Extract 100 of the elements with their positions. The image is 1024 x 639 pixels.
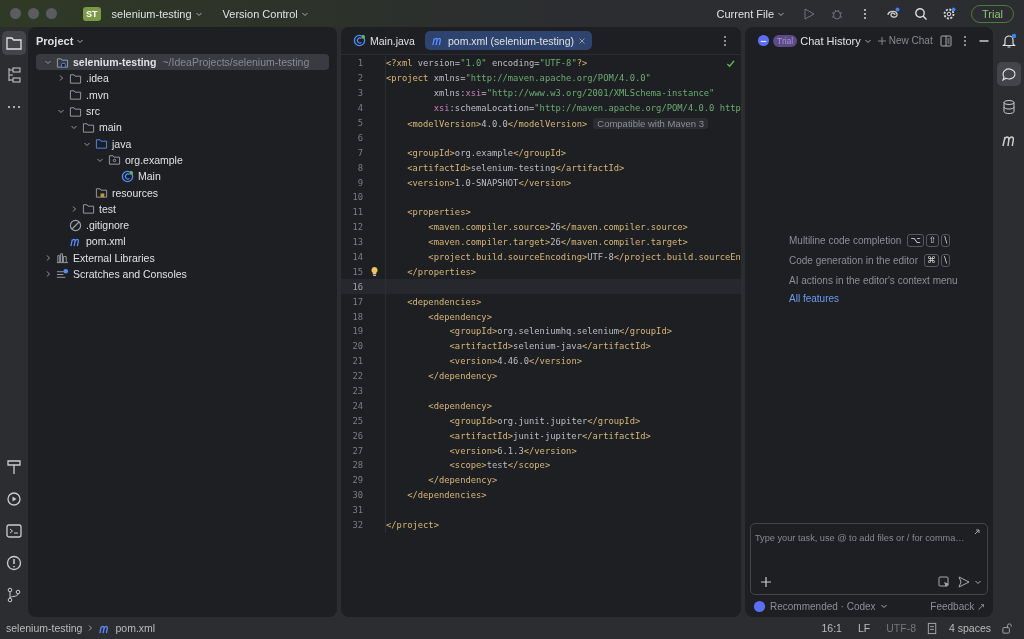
unlock-icon[interactable] — [1001, 621, 1014, 635]
file-tab[interactable]: pom.xml (selenium-testing) — [424, 31, 592, 50]
line-number: 1 — [356, 58, 363, 69]
tree-item[interactable]: main — [36, 119, 329, 136]
folder-icon[interactable] — [2, 31, 26, 55]
code-line: <?xml version="1.0" encoding="UTF-8"?> — [386, 58, 588, 69]
tree-item[interactable]: src — [36, 102, 329, 120]
code-line: <artifactId>selenium-java</artifactId> — [448, 341, 651, 352]
document-icon — [925, 621, 939, 635]
close-icon[interactable] — [578, 36, 586, 45]
code-line: <version>1.0-SNAPSHOT</version> — [406, 177, 572, 188]
plus-icon[interactable] — [759, 575, 773, 589]
line-number: 15 — [351, 266, 363, 277]
code-line: </project> — [386, 520, 439, 531]
tree-item[interactable]: selenium-testing ~/IdeaProjects/selenium-testing — [36, 54, 329, 71]
check-icon — [726, 58, 735, 68]
swirl-icon[interactable] — [886, 6, 900, 21]
key-cap: ⌥ — [907, 233, 924, 247]
collapsed-chevron-icon[interactable] — [70, 204, 78, 213]
caret-position[interactable]: 16:1 — [821, 622, 842, 634]
tree-item[interactable]: Scratches and Consoles — [36, 265, 329, 283]
search-icon[interactable] — [914, 6, 928, 21]
line-number: 31 — [351, 505, 363, 516]
tree-item[interactable]: test — [36, 200, 329, 217]
line-number: 2 — [356, 73, 363, 84]
folder-icon — [82, 202, 95, 216]
breadcrumb[interactable]: selenium-testing — [6, 622, 83, 634]
breadcrumb[interactable]: pom.xml — [115, 622, 156, 634]
code-line: <project xmlns="http://maven.apache.org/POM/4.0.0" — [386, 73, 651, 84]
chat-history-menu[interactable]: Chat History — [800, 34, 872, 47]
package-icon — [108, 153, 121, 167]
code-line: <version>4.46.0</version> — [448, 356, 582, 367]
scratches-icon — [56, 267, 69, 281]
model-menu[interactable]: Recommended · Codex — [753, 599, 888, 613]
send-icon[interactable] — [957, 575, 971, 589]
line-number: 9 — [356, 177, 363, 188]
lightbulb-icon[interactable] — [369, 266, 379, 278]
settings-icon[interactable] — [942, 6, 956, 21]
vcs-menu[interactable]: Version Control — [216, 5, 315, 22]
line-number: 16 — [351, 281, 363, 292]
code-line: </dependency> — [427, 475, 498, 486]
tree-item[interactable]: External Libraries — [36, 249, 329, 266]
line-number: 12 — [351, 222, 363, 233]
code-line: <groupId>org.junit.jupiter</groupId> — [448, 415, 641, 426]
code-line: <dependencies> — [406, 296, 482, 307]
trial-badge: Trial — [773, 34, 798, 47]
line-number: 28 — [351, 460, 363, 471]
run-config-menu[interactable]: Current File — [710, 5, 791, 22]
line-number: 14 — [351, 252, 363, 262]
indent-setting[interactable]: 4 spaces — [948, 622, 991, 634]
tip-text: Code generation in the editor — [789, 254, 918, 266]
code-line: <artifactId>selenium-testing</artifactId> — [406, 162, 625, 173]
tree-item[interactable]: .idea — [36, 70, 329, 87]
class-icon — [121, 169, 134, 183]
line-number: 6 — [356, 132, 363, 143]
line-number: 17 — [351, 296, 363, 307]
inlay-hint: Compatible with Maven 3 — [593, 117, 708, 129]
chat-icon[interactable] — [997, 62, 1021, 86]
folder-icon — [69, 88, 82, 102]
code-line: xmlns:xsi="http://www.w3.org/2001/XMLSchema-instance" — [432, 88, 715, 99]
feedback-link[interactable]: Feedback ↗ — [930, 600, 985, 612]
chevron-icon[interactable] — [974, 578, 982, 586]
expand-icon[interactable] — [973, 528, 981, 536]
all-features-link[interactable]: All features — [789, 293, 962, 304]
tree-item[interactable]: .gitignore — [36, 216, 329, 234]
line-number: 29 — [351, 475, 363, 486]
code-line: <dependency> — [427, 311, 492, 322]
selection-icon[interactable] — [937, 575, 951, 589]
line-number: 20 — [351, 341, 363, 352]
new-chat-button[interactable]: New Chat — [877, 35, 933, 46]
project-badge: ST — [83, 6, 101, 21]
file-tab[interactable]: Main.java — [347, 31, 421, 50]
line-number: 26 — [351, 430, 363, 441]
tree-item[interactable]: Main — [36, 168, 329, 185]
tree-item[interactable]: .mvn — [36, 86, 329, 103]
plus-icon — [877, 36, 886, 45]
library-icon — [56, 251, 69, 265]
tree-item[interactable]: resources — [36, 184, 329, 201]
line-number: 27 — [351, 445, 363, 456]
code-line: <scope>test</scope> — [448, 460, 551, 471]
key-cap: ⇧ — [925, 233, 940, 247]
tree-item[interactable]: java — [36, 135, 329, 152]
key-cap: \ — [941, 253, 951, 267]
tip-text: Multiline code completion — [789, 234, 902, 246]
tree-item[interactable]: org.example — [36, 151, 329, 169]
code-line: <groupId>org.seleniumhq.selenium</groupId> — [448, 326, 672, 337]
line-number: 13 — [351, 237, 363, 248]
code-line: xsi:schemaLocation="http://maven.apache.org/POM/4.0.0 http — [432, 103, 741, 114]
line-number: 30 — [351, 490, 363, 501]
code-line: <version>6.1.3</version> — [448, 445, 577, 456]
collapsed-chevron-icon[interactable] — [57, 74, 65, 83]
code-line: <artifactId>junit-jupiter</artifactId> — [448, 430, 651, 441]
code-line: <modelVersion>4.0.0</modelVersion> Compatible with Maven 3 — [386, 117, 708, 129]
view-selector[interactable]: Project — [36, 34, 85, 47]
layout-icon[interactable] — [938, 33, 953, 48]
folder-icon — [95, 137, 108, 151]
line-separator[interactable]: LF — [857, 622, 871, 634]
folder-icon — [82, 120, 95, 134]
project-switcher[interactable]: selenium-testing — [105, 5, 209, 22]
tree-item[interactable]: pom.xml — [36, 233, 329, 250]
